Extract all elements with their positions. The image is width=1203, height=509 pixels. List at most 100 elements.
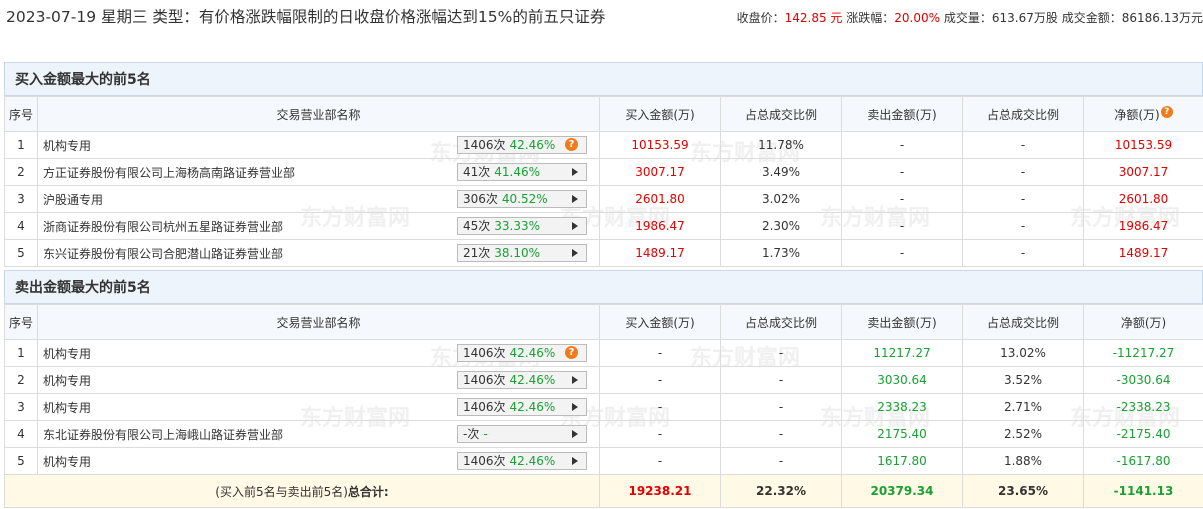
branch-name[interactable]: 机构专用 — [43, 455, 91, 469]
column-header: 买入金额(万) — [599, 96, 721, 132]
branch-name[interactable]: 机构专用 — [43, 347, 91, 361]
buy-amount: - — [599, 339, 721, 367]
branch-stats-badge[interactable]: -次 - — [457, 425, 587, 443]
branch-name-cell: 东北证券股份有限公司上海峨山路证券营业部 -次 - — [37, 420, 600, 448]
close-price-value: 142.85 元 — [784, 11, 843, 25]
sell-amount: - — [841, 131, 963, 159]
buy-amount: - — [599, 420, 721, 448]
arrow-right-icon[interactable] — [572, 249, 578, 257]
sell-pct: 3.52% — [962, 366, 1084, 394]
branch-name[interactable]: 方正证券股份有限公司上海杨高南路证券营业部 — [43, 166, 295, 180]
table-row: 1 机构专用 1406次 42.46%? 10153.59 11.78% - -10153.5… — [4, 131, 1203, 159]
sell-section-title: 卖出金额最大的前5名 — [4, 270, 1203, 304]
branch-stats-badge[interactable]: 45次 33.33% — [457, 217, 587, 235]
sell-pct: - — [962, 131, 1084, 159]
change-pct-value: 20.00% — [894, 11, 941, 25]
totals-label: (买入前5名与卖出前5名)总合计: — [4, 474, 600, 508]
column-header: 交易营业部名称 — [37, 96, 600, 132]
row-index: 5 — [4, 239, 38, 267]
close-price-label: 收盘价： — [736, 11, 785, 25]
table-row: 3 机构专用 1406次 42.46% - -2338.23 2.71% -2338.23 — [4, 393, 1203, 421]
branch-name-cell: 机构专用 1406次 42.46% — [37, 447, 600, 475]
arrow-right-icon[interactable] — [572, 195, 578, 203]
column-header: 占总成交比例 — [720, 96, 842, 132]
arrow-right-icon[interactable] — [572, 376, 578, 384]
branch-name-cell: 浙商证券股份有限公司杭州五星路证券营业部 45次 33.33% — [37, 212, 600, 240]
column-header: 净额(万)? — [1083, 96, 1203, 132]
question-icon[interactable]: ? — [565, 346, 578, 359]
branch-name[interactable]: 东北证券股份有限公司上海峨山路证券营业部 — [43, 428, 283, 442]
branch-name[interactable]: 机构专用 — [43, 139, 91, 153]
branch-rate: - — [483, 427, 488, 441]
row-index: 2 — [4, 366, 38, 394]
net-amount: 2601.80 — [1083, 185, 1203, 213]
branch-stats-badge[interactable]: 1406次 42.46%? — [457, 344, 587, 362]
branch-count: 21次 — [463, 246, 491, 260]
branch-count: 1406次 — [463, 346, 506, 360]
branch-stats-badge[interactable]: 21次 38.10% — [457, 244, 587, 262]
arrow-right-icon[interactable] — [572, 457, 578, 465]
arrow-right-icon[interactable] — [572, 403, 578, 411]
column-header: 交易营业部名称 — [37, 304, 600, 340]
branch-stats-badge[interactable]: 1406次 42.46% — [457, 398, 587, 416]
row-index: 2 — [4, 158, 38, 186]
buy-amount: 3007.17 — [599, 158, 721, 186]
sell-amount: 3030.64 — [841, 366, 963, 394]
row-index: 3 — [4, 185, 38, 213]
net-amount: -2175.40 — [1083, 420, 1203, 448]
sell-amount: 2338.23 — [841, 393, 963, 421]
volume-label: 成交量： — [943, 11, 992, 25]
table-row: 4 浙商证券股份有限公司杭州五星路证券营业部 45次 33.33% 1986.47 2.3… — [4, 212, 1203, 240]
branch-rate: 42.46% — [509, 373, 556, 387]
branch-stats-badge[interactable]: 41次 41.46% — [457, 163, 587, 181]
branch-rate: 40.52% — [501, 192, 548, 206]
sell-pct: 1.88% — [962, 447, 1084, 475]
branch-stats-badge[interactable]: 1406次 42.46%? — [457, 136, 587, 154]
sell-pct: 2.71% — [962, 393, 1084, 421]
branch-stats-badge[interactable]: 1406次 42.46% — [457, 452, 587, 470]
sell-table: 序号 交易营业部名称 买入金额(万) 占总成交比例 卖出金额(万) 占总成交比例 净额(万)… — [4, 304, 1203, 508]
sell-pct: 2.52% — [962, 420, 1084, 448]
branch-count: -次 — [463, 427, 480, 441]
row-index: 4 — [4, 420, 38, 448]
branch-rate: 42.46% — [509, 454, 556, 468]
branch-name[interactable]: 浙商证券股份有限公司杭州五星路证券营业部 — [43, 220, 283, 234]
sell-amount: - — [841, 239, 963, 267]
branch-name-cell: 沪股通专用 306次 40.52% — [37, 185, 600, 213]
table-row: 1 机构专用 1406次 42.46%? - -11217.27 13.02% -11217.… — [4, 339, 1203, 367]
arrow-right-icon[interactable] — [572, 168, 578, 176]
branch-rate: 42.46% — [509, 346, 556, 360]
buy-pct: - — [720, 366, 842, 394]
buy-pct: 3.02% — [720, 185, 842, 213]
buy-pct: - — [720, 447, 842, 475]
branch-stats-badge[interactable]: 306次 40.52% — [457, 190, 587, 208]
branch-name[interactable]: 机构专用 — [43, 401, 91, 415]
arrow-right-icon[interactable] — [572, 222, 578, 230]
branch-name[interactable]: 机构专用 — [43, 374, 91, 388]
stock-stats: 收盘价：142.85 元 涨跌幅：20.00% 成交量：613.67万股 成交金… — [737, 9, 1203, 26]
sell-pct: - — [962, 185, 1084, 213]
branch-count: 45次 — [463, 219, 491, 233]
net-amount: 1489.17 — [1083, 239, 1203, 267]
arrow-right-icon[interactable] — [572, 430, 578, 438]
column-header: 买入金额(万) — [599, 304, 721, 340]
totals-label-prefix: (买入前5名与卖出前5名) — [215, 484, 348, 499]
sell-amount: 2175.40 — [841, 420, 963, 448]
buy-amount: - — [599, 447, 721, 475]
totals-row: (买入前5名与卖出前5名)总合计: 19238.21 22.32% 20379.… — [4, 474, 1203, 508]
sell-amount: - — [841, 212, 963, 240]
column-header: 序号 — [4, 96, 38, 132]
row-index: 5 — [4, 447, 38, 475]
branch-name[interactable]: 东兴证券股份有限公司合肥潜山路证券营业部 — [43, 247, 283, 261]
question-icon[interactable]: ? — [1160, 105, 1173, 118]
amount-label: 成交金额： — [1061, 11, 1122, 25]
change-pct-label: 涨跌幅： — [846, 11, 895, 25]
totals-buy: 19238.21 — [599, 474, 721, 508]
table-row: 5 东兴证券股份有限公司合肥潜山路证券营业部 21次 38.10% 1489.17 1.7… — [4, 239, 1203, 267]
branch-stats-badge[interactable]: 1406次 42.46% — [457, 371, 587, 389]
question-icon[interactable]: ? — [565, 138, 578, 151]
sell-pct: 13.02% — [962, 339, 1084, 367]
column-header: 占总成交比例 — [720, 304, 842, 340]
branch-name[interactable]: 沪股通专用 — [43, 193, 103, 207]
buy-pct: - — [720, 339, 842, 367]
